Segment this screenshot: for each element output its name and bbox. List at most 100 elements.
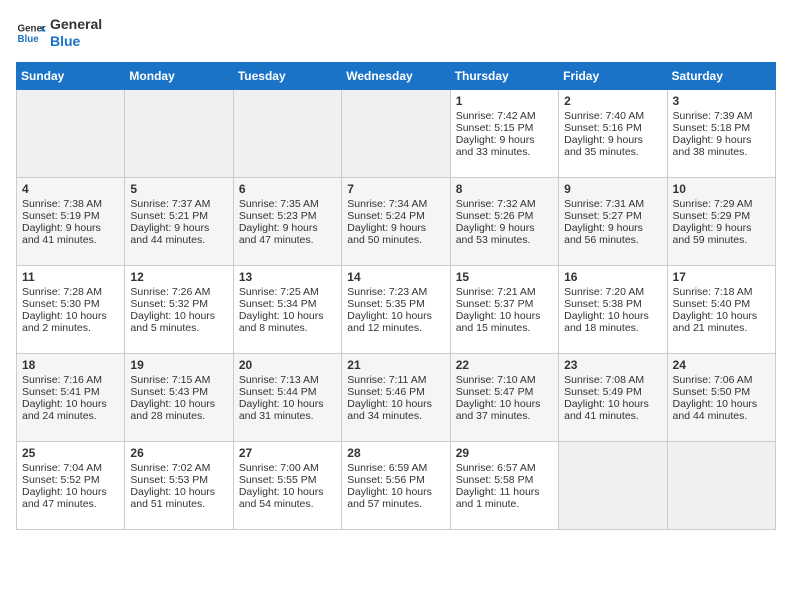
calendar-cell: 3Sunrise: 7:39 AMSunset: 5:18 PMDaylight… [667, 89, 775, 177]
cell-content-line: and 47 minutes. [239, 234, 336, 246]
day-number: 26 [130, 446, 227, 460]
weekday-header-saturday: Saturday [667, 62, 775, 89]
cell-content-line: Sunset: 5:47 PM [456, 386, 553, 398]
cell-content-line: and 35 minutes. [564, 146, 661, 158]
cell-content-line: Sunset: 5:35 PM [347, 298, 444, 310]
cell-content-line: Sunset: 5:46 PM [347, 386, 444, 398]
cell-content-line: Sunset: 5:52 PM [22, 474, 119, 486]
cell-content-line: Sunset: 5:26 PM [456, 210, 553, 222]
cell-content-line: Sunset: 5:32 PM [130, 298, 227, 310]
day-number: 2 [564, 94, 661, 108]
cell-content-line: Daylight: 10 hours [239, 398, 336, 410]
cell-content-line: Sunset: 5:24 PM [347, 210, 444, 222]
day-number: 1 [456, 94, 553, 108]
cell-content-line: Daylight: 9 hours [347, 222, 444, 234]
cell-content-line: Sunrise: 7:25 AM [239, 286, 336, 298]
cell-content-line: Daylight: 10 hours [239, 310, 336, 322]
day-number: 29 [456, 446, 553, 460]
weekday-header-wednesday: Wednesday [342, 62, 450, 89]
calendar-cell: 21Sunrise: 7:11 AMSunset: 5:46 PMDayligh… [342, 353, 450, 441]
day-number: 22 [456, 358, 553, 372]
logo-blue: Blue [50, 33, 102, 50]
cell-content-line: Daylight: 10 hours [673, 310, 770, 322]
cell-content-line: Sunrise: 7:34 AM [347, 198, 444, 210]
cell-content-line: Sunrise: 7:42 AM [456, 110, 553, 122]
calendar-cell: 10Sunrise: 7:29 AMSunset: 5:29 PMDayligh… [667, 177, 775, 265]
day-number: 4 [22, 182, 119, 196]
cell-content-line: Sunset: 5:27 PM [564, 210, 661, 222]
cell-content-line: Sunset: 5:18 PM [673, 122, 770, 134]
day-number: 3 [673, 94, 770, 108]
cell-content-line: Daylight: 9 hours [564, 222, 661, 234]
cell-content-line: Daylight: 9 hours [22, 222, 119, 234]
weekday-header-tuesday: Tuesday [233, 62, 341, 89]
cell-content-line: Sunset: 5:21 PM [130, 210, 227, 222]
cell-content-line: Sunset: 5:29 PM [673, 210, 770, 222]
day-number: 11 [22, 270, 119, 284]
day-number: 16 [564, 270, 661, 284]
calendar-cell: 22Sunrise: 7:10 AMSunset: 5:47 PMDayligh… [450, 353, 558, 441]
calendar-cell: 26Sunrise: 7:02 AMSunset: 5:53 PMDayligh… [125, 441, 233, 529]
header: General Blue General Blue [16, 16, 776, 50]
cell-content-line: Sunrise: 7:13 AM [239, 374, 336, 386]
calendar-cell: 11Sunrise: 7:28 AMSunset: 5:30 PMDayligh… [17, 265, 125, 353]
day-number: 18 [22, 358, 119, 372]
cell-content-line: Sunrise: 7:26 AM [130, 286, 227, 298]
cell-content-line: and 5 minutes. [130, 322, 227, 334]
cell-content-line: and 50 minutes. [347, 234, 444, 246]
cell-content-line: Sunrise: 7:00 AM [239, 462, 336, 474]
cell-content-line: Sunrise: 7:20 AM [564, 286, 661, 298]
day-number: 24 [673, 358, 770, 372]
cell-content-line: Sunrise: 7:40 AM [564, 110, 661, 122]
cell-content-line: Daylight: 10 hours [130, 398, 227, 410]
cell-content-line: and 44 minutes. [130, 234, 227, 246]
day-number: 17 [673, 270, 770, 284]
day-number: 12 [130, 270, 227, 284]
cell-content-line: Sunset: 5:53 PM [130, 474, 227, 486]
cell-content-line: Sunrise: 7:02 AM [130, 462, 227, 474]
cell-content-line: Sunrise: 7:04 AM [22, 462, 119, 474]
calendar-cell: 8Sunrise: 7:32 AMSunset: 5:26 PMDaylight… [450, 177, 558, 265]
cell-content-line: Sunset: 5:34 PM [239, 298, 336, 310]
cell-content-line: and 33 minutes. [456, 146, 553, 158]
cell-content-line: and 53 minutes. [456, 234, 553, 246]
cell-content-line: and 38 minutes. [673, 146, 770, 158]
cell-content-line: and 47 minutes. [22, 498, 119, 510]
day-number: 10 [673, 182, 770, 196]
cell-content-line: Sunset: 5:16 PM [564, 122, 661, 134]
cell-content-line: Daylight: 9 hours [673, 134, 770, 146]
day-number: 28 [347, 446, 444, 460]
cell-content-line: and 24 minutes. [22, 410, 119, 422]
cell-content-line: and 21 minutes. [673, 322, 770, 334]
day-number: 9 [564, 182, 661, 196]
cell-content-line: and 56 minutes. [564, 234, 661, 246]
calendar-cell [342, 89, 450, 177]
cell-content-line: and 31 minutes. [239, 410, 336, 422]
calendar-cell: 29Sunrise: 6:57 AMSunset: 5:58 PMDayligh… [450, 441, 558, 529]
cell-content-line: Daylight: 10 hours [22, 398, 119, 410]
calendar-cell: 16Sunrise: 7:20 AMSunset: 5:38 PMDayligh… [559, 265, 667, 353]
calendar-cell: 24Sunrise: 7:06 AMSunset: 5:50 PMDayligh… [667, 353, 775, 441]
cell-content-line: Sunset: 5:44 PM [239, 386, 336, 398]
cell-content-line: Sunset: 5:50 PM [673, 386, 770, 398]
cell-content-line: Daylight: 9 hours [456, 134, 553, 146]
calendar-cell: 6Sunrise: 7:35 AMSunset: 5:23 PMDaylight… [233, 177, 341, 265]
cell-content-line: and 8 minutes. [239, 322, 336, 334]
weekday-header-sunday: Sunday [17, 62, 125, 89]
calendar-table: SundayMondayTuesdayWednesdayThursdayFrid… [16, 62, 776, 530]
cell-content-line: Daylight: 10 hours [22, 486, 119, 498]
day-number: 21 [347, 358, 444, 372]
calendar-cell: 15Sunrise: 7:21 AMSunset: 5:37 PMDayligh… [450, 265, 558, 353]
cell-content-line: Sunset: 5:49 PM [564, 386, 661, 398]
cell-content-line: Sunrise: 7:15 AM [130, 374, 227, 386]
calendar-cell: 14Sunrise: 7:23 AMSunset: 5:35 PMDayligh… [342, 265, 450, 353]
cell-content-line: Sunset: 5:55 PM [239, 474, 336, 486]
cell-content-line: Daylight: 10 hours [564, 398, 661, 410]
cell-content-line: and 37 minutes. [456, 410, 553, 422]
logo-general: General [50, 16, 102, 33]
cell-content-line: Sunrise: 6:59 AM [347, 462, 444, 474]
calendar-cell: 23Sunrise: 7:08 AMSunset: 5:49 PMDayligh… [559, 353, 667, 441]
svg-text:Blue: Blue [18, 34, 40, 45]
cell-content-line: and 2 minutes. [22, 322, 119, 334]
cell-content-line: and 51 minutes. [130, 498, 227, 510]
